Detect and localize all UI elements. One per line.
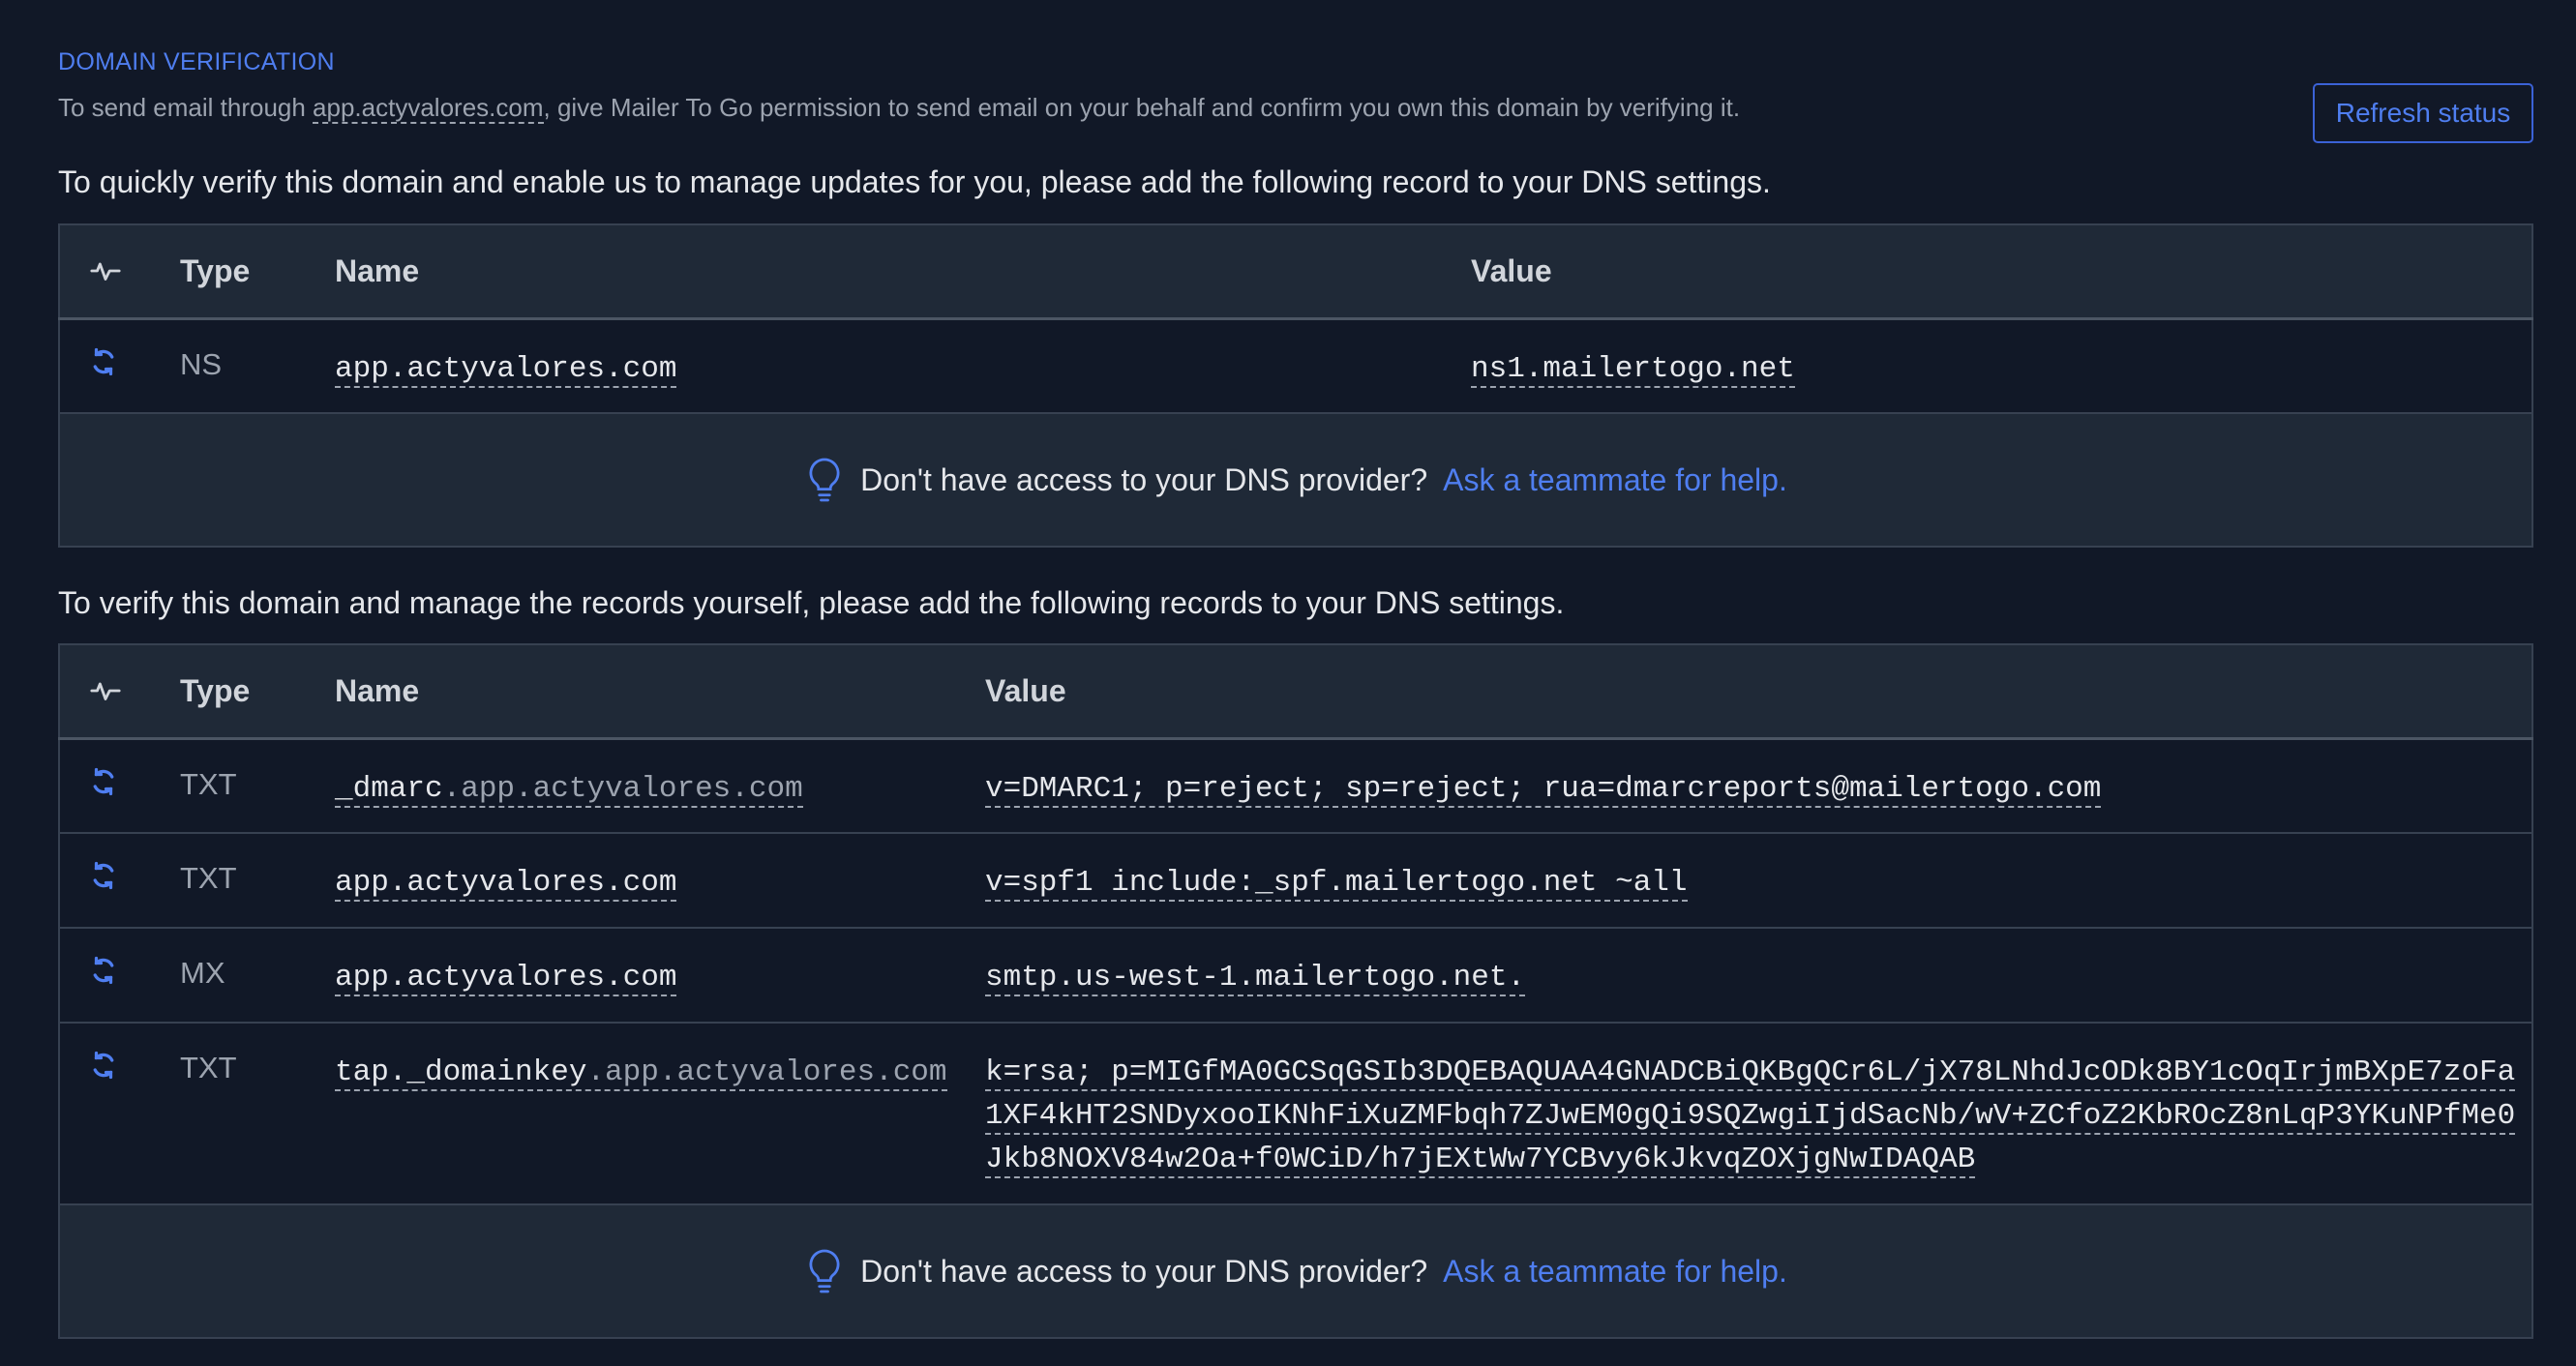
activity-icon [59, 224, 180, 320]
table-row: TXT _dmarc.app.actyvalores.com v=DMARC1;… [59, 738, 2532, 833]
column-value: Value [1471, 224, 2532, 320]
subtitle-suffix: , give Mailer To Go permission to send e… [543, 93, 1741, 122]
table-header: Type Name Value [59, 224, 2532, 320]
help-row: Don't have access to your DNS provider? … [59, 1204, 2532, 1338]
table-row: MX app.actyvalores.com smtp.us-west-1.ma… [59, 928, 2532, 1023]
lightbulb-icon [804, 1247, 845, 1295]
column-name: Name [335, 644, 985, 740]
record-value[interactable]: k=rsa; p=MIGfMA0GCSqGSIb3DQEBAQUAA4GNADC… [985, 1023, 2532, 1204]
refresh-icon[interactable] [59, 1023, 180, 1204]
refresh-icon[interactable] [59, 738, 180, 833]
column-value: Value [985, 644, 2532, 740]
record-value-text[interactable]: ns1.mailertogo.net [1471, 351, 1795, 388]
quick-verify-table: Type Name Value NS app.actyvalores.com n… [58, 223, 2533, 548]
record-name-domain[interactable]: .app.actyvalores.com [586, 1055, 946, 1089]
record-value-text[interactable]: smtp.us-west-1.mailertogo.net. [985, 961, 1526, 996]
record-name[interactable]: app.actyvalores.com [335, 833, 985, 928]
manual-verify-table: Type Name Value TXT _dmarc.app.actyvalor… [58, 643, 2533, 1339]
record-value[interactable]: v=DMARC1; p=reject; sp=reject; rua=dmarc… [985, 738, 2532, 833]
record-value[interactable]: smtp.us-west-1.mailertogo.net. [985, 928, 2532, 1023]
record-type: NS [180, 346, 223, 381]
subtitle: To send email through app.actyvalores.co… [58, 93, 1741, 124]
help-text: Don't have access to your DNS provider? [860, 461, 1428, 497]
record-value[interactable]: ns1.mailertogo.net [1471, 318, 2532, 413]
ask-teammate-link[interactable]: Ask a teammate for help. [1443, 462, 1787, 498]
ask-teammate-link[interactable]: Ask a teammate for help. [1443, 1254, 1787, 1290]
record-name-domain[interactable]: .app.actyvalores.com [443, 772, 803, 806]
record-type: MX [180, 956, 225, 990]
record-type: TXT [180, 766, 237, 801]
record-name[interactable]: _dmarc.app.actyvalores.com [335, 738, 985, 833]
subtitle-prefix: To send email through [58, 93, 314, 122]
refresh-icon[interactable] [59, 928, 180, 1023]
subtitle-domain[interactable]: app.actyvalores.com [313, 93, 544, 124]
table-row: TXT tap._domainkey.app.actyvalores.com k… [59, 1023, 2532, 1204]
refresh-icon[interactable] [59, 318, 180, 413]
record-name[interactable]: app.actyvalores.com [335, 928, 985, 1023]
record-name-prefix[interactable]: app.actyvalores.com [335, 961, 676, 995]
record-name-prefix[interactable]: tap._domainkey [335, 1055, 586, 1089]
record-name[interactable]: tap._domainkey.app.actyvalores.com [335, 1023, 985, 1204]
record-name-prefix[interactable]: app.actyvalores.com [335, 866, 676, 900]
record-name-text[interactable]: app.actyvalores.com [335, 351, 677, 388]
record-name[interactable]: app.actyvalores.com [335, 318, 1471, 413]
quick-verify-intro: To quickly verify this domain and enable… [58, 164, 1771, 199]
activity-icon [59, 644, 180, 740]
table-row: TXT app.actyvalores.com v=spf1 include:_… [59, 833, 2532, 928]
record-name-prefix[interactable]: _dmarc [335, 772, 443, 806]
table-row: NS app.actyvalores.com ns1.mailertogo.ne… [59, 318, 2532, 413]
record-value-text[interactable]: v=DMARC1; p=reject; sp=reject; rua=dmarc… [985, 771, 2102, 808]
record-value[interactable]: v=spf1 include:_spf.mailertogo.net ~all [985, 833, 2532, 928]
refresh-status-button[interactable]: Refresh status [2313, 83, 2533, 143]
help-row: Don't have access to your DNS provider? … [59, 413, 2532, 547]
section-title: DOMAIN VERIFICATION [58, 48, 335, 75]
help-text: Don't have access to your DNS provider? [860, 1253, 1428, 1289]
column-name: Name [335, 224, 1471, 320]
lightbulb-icon [804, 456, 845, 504]
record-value-text[interactable]: v=spf1 include:_spf.mailertogo.net ~all [985, 866, 1688, 902]
table-header: Type Name Value [59, 644, 2532, 740]
column-type: Type [180, 644, 335, 740]
record-type: TXT [180, 861, 237, 895]
manual-verify-intro: To verify this domain and manage the rec… [58, 585, 1565, 620]
column-type: Type [180, 224, 335, 320]
refresh-icon[interactable] [59, 833, 180, 928]
record-type: TXT [180, 1051, 237, 1084]
record-value-text[interactable]: k=rsa; p=MIGfMA0GCSqGSIb3DQEBAQUAA4GNADC… [985, 1055, 2516, 1178]
